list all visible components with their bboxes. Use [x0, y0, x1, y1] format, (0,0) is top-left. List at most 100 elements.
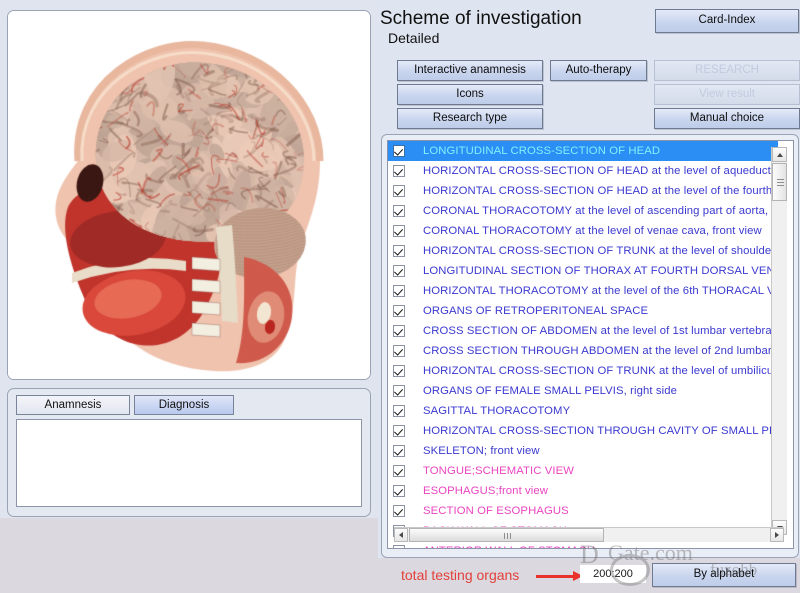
list-item-label: SKELETON; front view [423, 445, 540, 457]
chevron-right-icon [775, 532, 779, 538]
manual-choice-button[interactable]: Manual choice [654, 108, 800, 129]
checkbox-icon[interactable] [393, 205, 405, 217]
list-item[interactable]: CROSS SECTION OF ABDOMEN at the level of… [388, 321, 778, 341]
manual-choice-label: Manual choice [690, 113, 764, 125]
list-item[interactable]: HORIZONTAL CROSS-SECTION OF TRUNK at the… [388, 241, 778, 261]
list-item[interactable]: ANTERIOR WALL OF STOMACH [388, 541, 778, 549]
view-result-button: View result [654, 84, 800, 105]
list-item-label: HORIZONTAL CROSS-SECTION OF HEAD at the … [423, 185, 778, 197]
icons-label: Icons [456, 89, 484, 101]
by-alphabet-label: By alphabet [694, 569, 755, 581]
grip-icon [777, 179, 784, 180]
list-item[interactable]: ORGANS OF FEMALE SMALL PELVIS, right sid… [388, 381, 778, 401]
list-item[interactable]: ORGANS OF RETROPERITONEAL SPACE [388, 301, 778, 321]
arrow-right-icon [536, 575, 574, 578]
auto-therapy-button[interactable]: Auto-therapy [550, 60, 647, 81]
vertical-scrollbar-thumb[interactable] [772, 163, 787, 201]
checkbox-icon[interactable] [393, 185, 405, 197]
checkbox-icon[interactable] [393, 325, 405, 337]
anatomy-image-frame[interactable] [7, 10, 371, 380]
interactive-anamnesis-label: Interactive anamnesis [414, 65, 526, 77]
checkbox-icon[interactable] [393, 445, 405, 457]
list-item[interactable]: ESOPHAGUS;front view [388, 481, 778, 501]
notes-textarea[interactable] [16, 419, 362, 507]
checkbox-icon[interactable] [393, 505, 405, 517]
card-index-label: Card-Index [699, 15, 756, 27]
tab-diagnosis[interactable]: Diagnosis [134, 395, 234, 415]
research-button: RESEARCH [654, 60, 800, 81]
checkbox-icon[interactable] [393, 405, 405, 417]
list-item-label: ANTERIOR WALL OF STOMACH [423, 545, 595, 549]
checkbox-icon[interactable] [393, 465, 405, 477]
list-item-label: SECTION OF ESOPHAGUS [423, 505, 569, 517]
total-testing-organs-value: 200:200 [580, 565, 646, 583]
footer-bar: total testing organs 200:200 By alphabet [378, 558, 800, 593]
list-item-label: CROSS SECTION THROUGH ABDOMEN at the lev… [423, 345, 778, 357]
anamnesis-diagnosis-panel: Anamnesis Diagnosis [7, 388, 371, 517]
anatomy-image [8, 11, 370, 379]
list-item-label: ORGANS OF FEMALE SMALL PELVIS, right sid… [423, 385, 677, 397]
list-item[interactable]: LONGITUDINAL CROSS-SECTION OF HEAD [388, 141, 778, 161]
list-item[interactable]: LONGITUDINAL SECTION OF THORAX AT FOURTH… [388, 261, 778, 281]
list-item[interactable]: CORONAL THORACOTOMY at the level of asce… [388, 201, 778, 221]
interactive-anamnesis-button[interactable]: Interactive anamnesis [397, 60, 543, 81]
list-item[interactable]: SAGITTAL THORACOTOMY [388, 401, 778, 421]
checkbox-icon[interactable] [393, 425, 405, 437]
list-item[interactable]: CORONAL THORACOTOMY at the level of vena… [388, 221, 778, 241]
vertical-scrollbar[interactable] [771, 147, 787, 535]
page-subtitle: Detailed [388, 30, 582, 47]
list-item-label: HORIZONTAL CROSS-SECTION OF HEAD at the … [423, 165, 778, 177]
checkbox-icon[interactable] [393, 385, 405, 397]
list-item-label: HORIZONTAL CROSS-SECTION OF TRUNK at the… [423, 365, 778, 377]
checkbox-icon[interactable] [393, 245, 405, 257]
view-result-label: View result [699, 89, 755, 101]
list-item-label: HORIZONTAL THORACOTOMY at the level of t… [423, 285, 778, 297]
list-item[interactable]: HORIZONTAL CROSS-SECTION OF HEAD at the … [388, 181, 778, 201]
list-item[interactable]: HORIZONTAL CROSS-SECTION THROUGH CAVITY … [388, 421, 778, 441]
organ-list-frame: LONGITUDINAL CROSS-SECTION OF HEAD HORIZO… [381, 134, 799, 558]
research-type-button[interactable]: Research type [397, 108, 543, 129]
page-title-block: Scheme of investigation Detailed [380, 8, 582, 47]
list-item[interactable]: TONGUE;SCHEMATIC VIEW [388, 461, 778, 481]
tab-diagnosis-label: Diagnosis [159, 399, 210, 411]
scroll-up-button[interactable] [772, 147, 787, 162]
checkbox-icon[interactable] [393, 145, 405, 157]
right-column: Scheme of investigation Detailed Card-In… [378, 0, 800, 593]
list-item[interactable]: CROSS SECTION THROUGH ABDOMEN at the lev… [388, 341, 778, 361]
checkbox-icon[interactable] [393, 165, 405, 177]
list-item-label: ESOPHAGUS;front view [423, 485, 548, 497]
research-type-label: Research type [433, 113, 507, 125]
chevron-up-icon [777, 153, 783, 157]
checkbox-icon[interactable] [393, 285, 405, 297]
by-alphabet-button[interactable]: By alphabet [652, 563, 796, 587]
checkbox-icon[interactable] [393, 485, 405, 497]
grip-icon [504, 533, 505, 539]
left-footer-filler [0, 518, 378, 593]
list-item[interactable]: HORIZONTAL THORACOTOMY at the level of t… [388, 281, 778, 301]
organ-list-rows: LONGITUDINAL CROSS-SECTION OF HEAD HORIZO… [388, 141, 778, 549]
scroll-right-button[interactable] [770, 528, 784, 542]
checkbox-icon[interactable] [393, 345, 405, 357]
list-item-label: LONGITUDINAL SECTION OF THORAX AT FOURTH… [423, 265, 778, 277]
horizontal-scrollbar[interactable] [394, 527, 784, 542]
application-window: Anamnesis Diagnosis Scheme of investigat… [0, 0, 800, 593]
list-item[interactable]: HORIZONTAL CROSS-SECTION OF TRUNK at the… [388, 361, 778, 381]
list-item-label: ORGANS OF RETROPERITONEAL SPACE [423, 305, 648, 317]
checkbox-icon[interactable] [393, 305, 405, 317]
checkbox-icon[interactable] [393, 225, 405, 237]
horizontal-scrollbar-thumb[interactable] [409, 528, 604, 542]
icons-button[interactable]: Icons [397, 84, 543, 105]
left-column: Anamnesis Diagnosis [0, 0, 378, 593]
research-label: RESEARCH [695, 65, 759, 77]
auto-therapy-label: Auto-therapy [566, 65, 632, 77]
list-item[interactable]: HORIZONTAL CROSS-SECTION OF HEAD at the … [388, 161, 778, 181]
checkbox-icon[interactable] [393, 545, 405, 549]
list-item[interactable]: SECTION OF ESOPHAGUS [388, 501, 778, 521]
tab-anamnesis[interactable]: Anamnesis [16, 395, 130, 415]
card-index-button[interactable]: Card-Index [655, 9, 799, 33]
checkbox-icon[interactable] [393, 265, 405, 277]
scroll-left-button[interactable] [394, 528, 408, 542]
list-item[interactable]: SKELETON; front view [388, 441, 778, 461]
organ-list[interactable]: LONGITUDINAL CROSS-SECTION OF HEAD HORIZO… [387, 140, 794, 549]
checkbox-icon[interactable] [393, 365, 405, 377]
